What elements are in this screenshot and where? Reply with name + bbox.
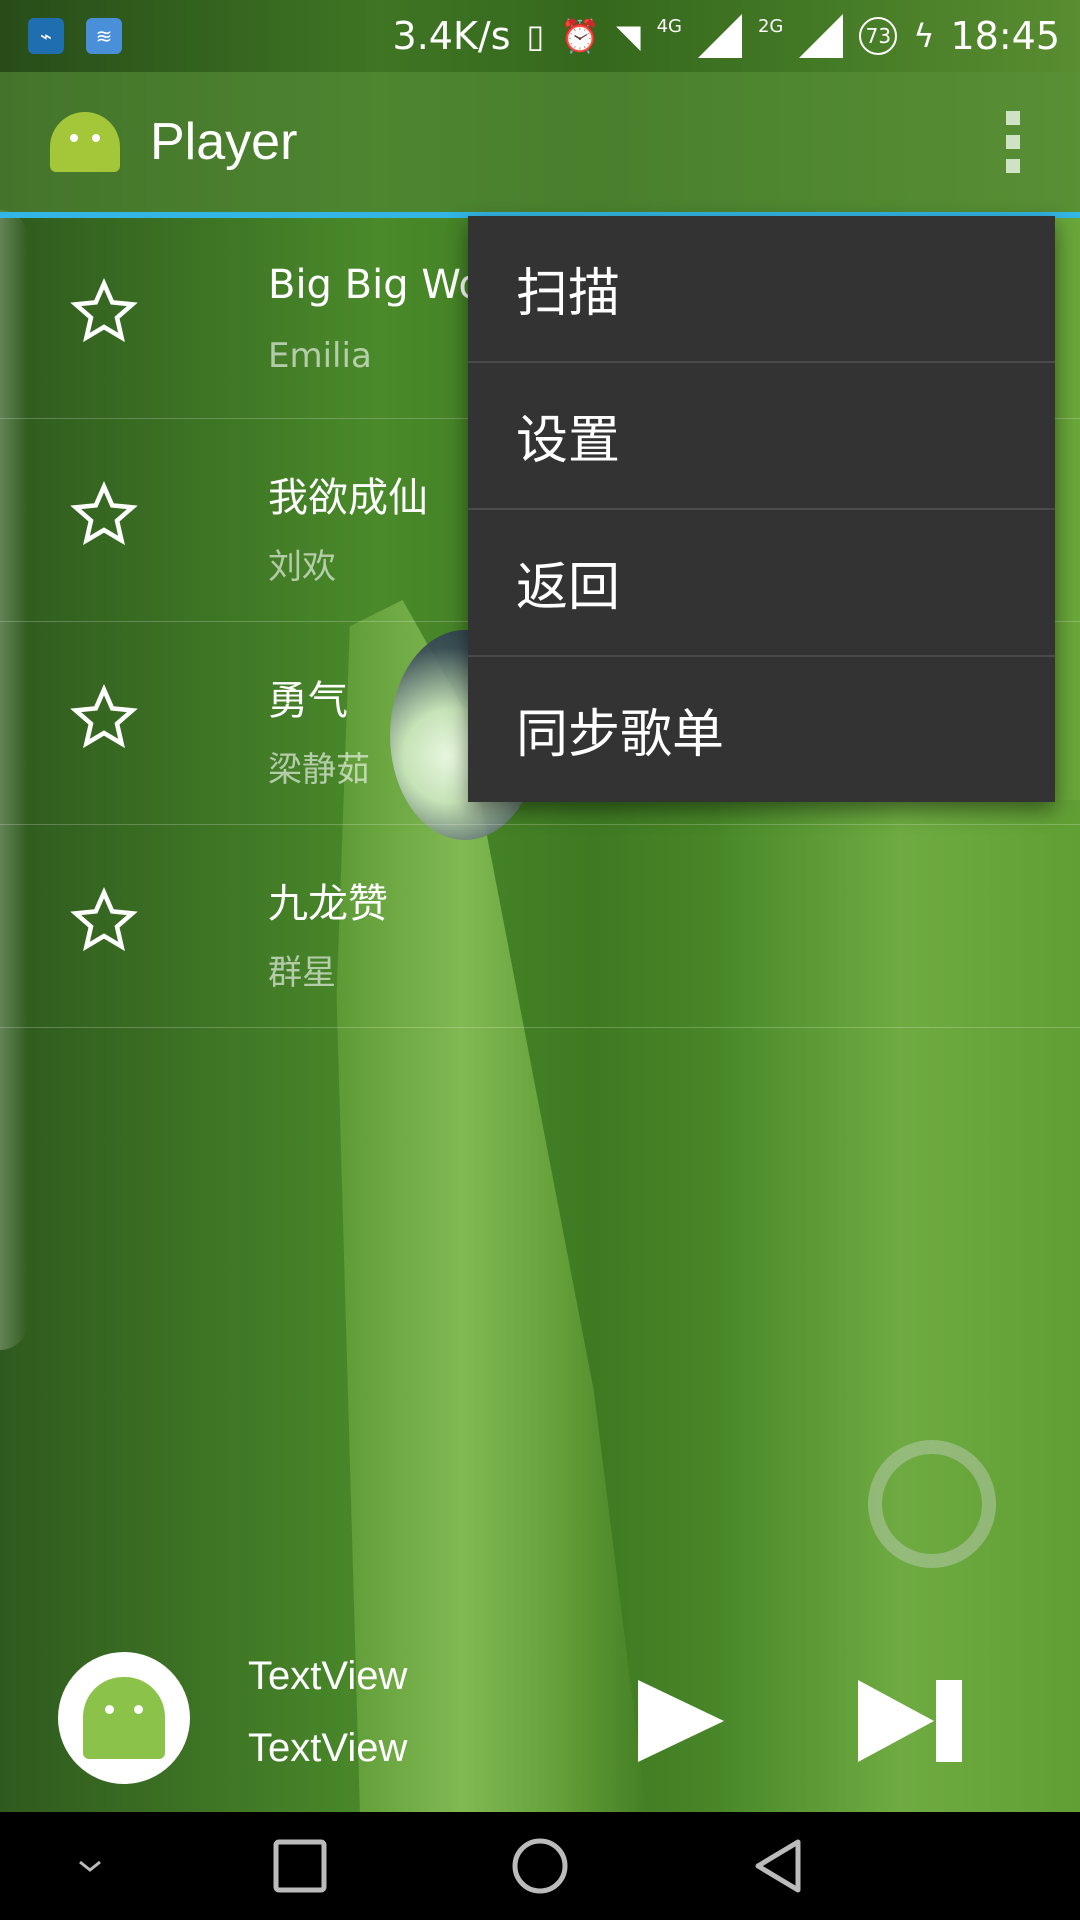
navigation-bar: [0, 1812, 1080, 1920]
now-playing-title: TextView: [248, 1654, 408, 1698]
menu-item-settings[interactable]: 设置: [468, 363, 1055, 510]
home-button[interactable]: [510, 1836, 570, 1896]
song-row[interactable]: 九龙赞 群星: [0, 825, 1080, 1028]
chevron-down-icon[interactable]: [60, 1836, 120, 1896]
star-icon[interactable]: [70, 481, 138, 549]
song-artist: 梁静茹: [268, 750, 370, 790]
label-2g: 2G: [757, 15, 784, 37]
label-4g: 4G: [656, 15, 682, 37]
next-button[interactable]: [856, 1676, 966, 1766]
app-title: Player: [150, 113, 298, 171]
song-title: 九龙赞: [268, 881, 388, 927]
more-vert-icon: [1006, 111, 1020, 125]
wifi-share-icon: ≋: [86, 18, 122, 54]
skip-next-icon: [858, 1680, 934, 1762]
android-robot-icon: [83, 1677, 165, 1759]
star-icon[interactable]: [70, 278, 138, 346]
menu-item-scan[interactable]: 扫描: [468, 216, 1055, 363]
battery-icon: 73: [859, 17, 898, 55]
star-icon[interactable]: [70, 684, 138, 752]
android-logo-icon: [50, 112, 120, 172]
vibrate-icon: ▯: [526, 17, 545, 55]
now-playing-subtitle: TextView: [248, 1726, 408, 1770]
more-vert-dot: [1006, 159, 1020, 173]
player-bar: TextView TextView: [0, 1640, 1080, 1810]
song-artist: 刘欢: [268, 547, 336, 587]
charging-icon: ϟ: [913, 17, 935, 55]
recent-apps-button[interactable]: [270, 1836, 330, 1896]
song-title: 我欲成仙: [268, 475, 428, 521]
wifi-icon: ◥: [615, 17, 641, 55]
overflow-popup-menu: 扫描 设置 返回 同步歌单: [468, 216, 1055, 802]
song-artist: 群星: [268, 953, 336, 993]
app-bar: Player: [0, 72, 1080, 218]
menu-item-sync-playlist[interactable]: 同步歌单: [468, 657, 1055, 802]
alarm-icon: ⏰: [560, 17, 600, 55]
usb-icon: ⌁: [28, 18, 64, 54]
album-art[interactable]: [58, 1652, 190, 1784]
signal-icon: [697, 14, 742, 58]
play-button[interactable]: [636, 1676, 726, 1766]
song-artist: Emilia: [268, 336, 372, 376]
player-screen: ⌁ ≋ 3.4K/s ▯ ⏰ ◥ 4G 2G 73 ϟ 18:45 Player: [0, 0, 1080, 1920]
play-icon: [638, 1680, 724, 1762]
clock: 18:45: [950, 14, 1060, 58]
skip-next-bar: [936, 1680, 962, 1762]
more-vert-dot: [1006, 135, 1020, 149]
song-title: 勇气: [268, 678, 348, 724]
star-icon[interactable]: [70, 887, 138, 955]
back-button[interactable]: [750, 1836, 810, 1896]
menu-item-back[interactable]: 返回: [468, 510, 1055, 657]
overflow-menu-button[interactable]: [1006, 111, 1020, 173]
song-title: Big Big Wo: [268, 262, 483, 308]
network-speed: 3.4K/s: [392, 14, 511, 58]
status-bar: ⌁ ≋ 3.4K/s ▯ ⏰ ◥ 4G 2G 73 ϟ 18:45: [0, 0, 1080, 72]
signal-2g-icon: [799, 14, 844, 58]
loading-spinner: [868, 1440, 996, 1568]
